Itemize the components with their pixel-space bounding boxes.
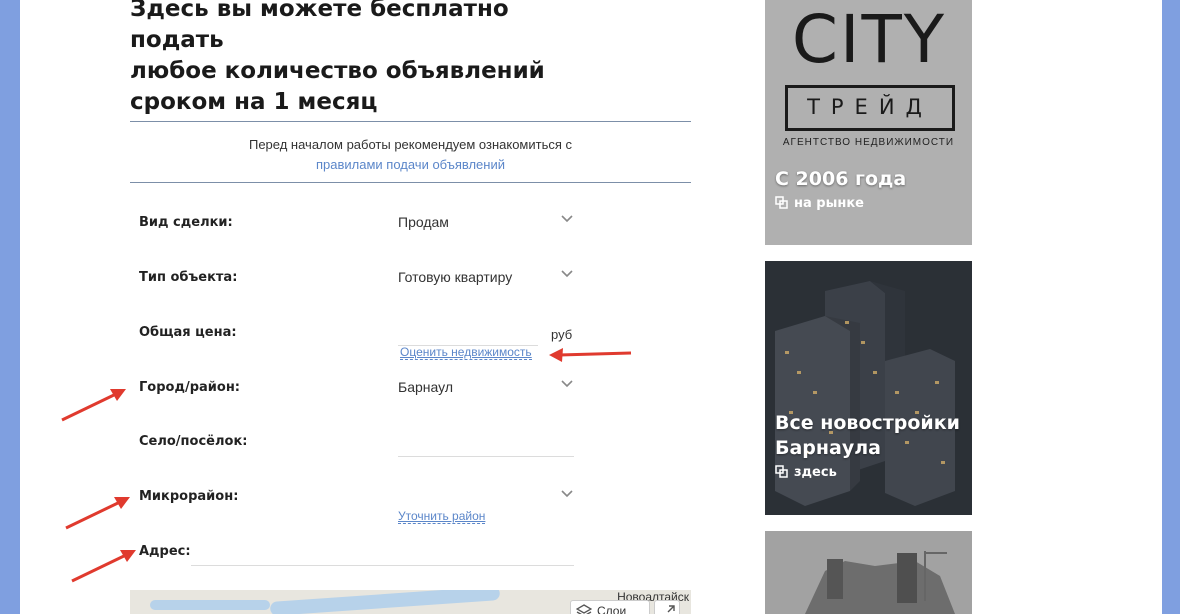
external-link-icon — [775, 465, 788, 478]
ad-new-buildings-sub-text: здесь — [794, 465, 837, 480]
map-river — [269, 590, 501, 614]
chevron-down-icon — [561, 270, 573, 278]
object-type-select[interactable]: Готовую квартиру — [398, 266, 576, 290]
map-layers-button[interactable]: Слои — [570, 600, 650, 614]
price-input[interactable] — [398, 324, 538, 346]
page-title-line-2: любое количество объявлений — [130, 58, 545, 84]
page-title-line-1: Здесь вы можете бесплатно подать — [130, 0, 509, 53]
map-fullscreen-button[interactable] — [654, 600, 680, 614]
logo-trade-text: ТРЕЙД — [807, 95, 933, 119]
ad-city-trade[interactable]: CITY ТРЕЙД АГЕНТСТВО НЕДВИЖИМОСТИ С 2006… — [765, 0, 972, 245]
red-arrow-icon — [61, 389, 126, 422]
deal-type-label: Вид сделки: — [139, 215, 233, 230]
deal-type-value: Продам — [398, 214, 449, 230]
external-link-icon — [775, 196, 788, 209]
village-input[interactable] — [398, 435, 574, 457]
chevron-down-icon — [561, 380, 573, 388]
microdistrict-select[interactable] — [398, 486, 576, 510]
red-arrow-icon — [65, 497, 130, 530]
ad-new-buildings-headline-line-1: Все новостройки — [775, 412, 960, 434]
rules-notice: Перед началом работы рекомендуем ознаком… — [130, 121, 691, 183]
ad-city-trade-sub-text: на рынке — [794, 196, 864, 211]
ad-third-banner[interactable] — [765, 531, 972, 614]
price-label: Общая цена: — [139, 325, 237, 340]
red-arrow-icon — [549, 348, 632, 362]
ad-new-buildings-sub: здесь — [775, 465, 837, 480]
village-label: Село/посёлок: — [139, 434, 248, 449]
city-trade-logo: CITY ТРЕЙД АГЕНТСТВО НЕДВИЖИМОСТИ — [765, 0, 972, 160]
ad-new-buildings-headline: Все новостройки Барнаула — [775, 411, 960, 461]
object-type-label: Тип объекта: — [139, 270, 238, 285]
logo-caption: АГЕНТСТВО НЕДВИЖИМОСТИ — [782, 137, 955, 148]
page-title: Здесь вы можете бесплатно подать любое к… — [130, 0, 610, 118]
chevron-down-icon — [561, 490, 573, 498]
city-select[interactable]: Барнаул — [398, 376, 576, 400]
map-river — [150, 600, 270, 610]
expand-icon — [667, 605, 675, 613]
rules-notice-text: Перед началом работы рекомендуем ознаком… — [248, 137, 573, 152]
deal-type-select[interactable]: Продам — [398, 211, 576, 235]
specify-district-link[interactable]: Уточнить район — [398, 509, 486, 524]
logo-city-text: CITY — [791, 1, 947, 78]
page-title-line-3: сроком на 1 месяц — [130, 89, 378, 115]
page: Здесь вы можете бесплатно подать любое к… — [20, 0, 1162, 614]
map[interactable]: Новоалтайск Слои — [130, 590, 691, 614]
red-arrow-icon — [71, 550, 136, 583]
estimate-property-link[interactable]: Оценить недвижимость — [400, 345, 532, 360]
address-input[interactable] — [191, 544, 574, 566]
logo-trade-box: ТРЕЙД — [785, 85, 955, 131]
ad-city-trade-headline: С 2006 года — [775, 168, 907, 190]
chevron-down-icon — [561, 215, 573, 223]
ad-new-buildings[interactable]: Все новостройки Барнаула здесь — [765, 261, 972, 515]
ad-city-trade-sub: на рынке — [775, 196, 864, 211]
layers-icon — [576, 604, 592, 614]
microdistrict-label: Микрорайон: — [139, 489, 239, 504]
ad-new-buildings-headline-line-2: Барнаула — [775, 437, 881, 459]
map-layers-label: Слои — [597, 604, 627, 614]
object-type-value: Готовую квартиру — [398, 269, 513, 285]
rules-link[interactable]: правилами подачи объявлений — [316, 157, 505, 172]
city-label: Город/район: — [139, 380, 240, 395]
banner-illustration — [765, 531, 972, 614]
city-value: Барнаул — [398, 379, 453, 395]
address-label: Адрес: — [139, 544, 191, 559]
